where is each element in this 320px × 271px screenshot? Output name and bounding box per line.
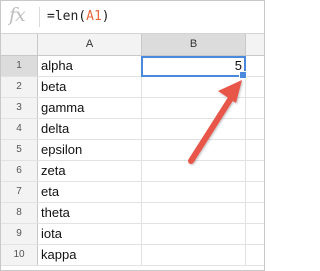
column-header-b[interactable]: B xyxy=(142,34,246,55)
cell-a7[interactable]: eta xyxy=(38,182,142,202)
column-header-a[interactable]: A xyxy=(38,34,142,55)
cell-c2[interactable] xyxy=(246,77,264,97)
formula-suffix: ) xyxy=(101,9,110,24)
row-header[interactable]: 7 xyxy=(1,182,38,202)
table-row: 5 epsilon xyxy=(1,140,264,161)
select-all-corner[interactable] xyxy=(1,34,38,55)
cell-b3[interactable] xyxy=(142,98,246,118)
row-header[interactable]: 8 xyxy=(1,203,38,223)
cell-c8[interactable] xyxy=(246,203,264,223)
cell-c7[interactable] xyxy=(246,182,264,202)
table-row: 3 gamma xyxy=(1,98,264,119)
formula-input[interactable]: =len(A1) xyxy=(47,9,110,24)
row-header[interactable]: 4 xyxy=(1,119,38,139)
cell-a10[interactable]: kappa xyxy=(38,245,142,265)
row-header[interactable]: 9 xyxy=(1,224,38,244)
cell-a3[interactable]: gamma xyxy=(38,98,142,118)
cell-b5[interactable] xyxy=(142,140,246,160)
table-row: 7 eta xyxy=(1,182,264,203)
cell-b8[interactable] xyxy=(142,203,246,223)
cell-c4[interactable] xyxy=(246,119,264,139)
cell-c1[interactable] xyxy=(246,56,264,76)
cell-b4[interactable] xyxy=(142,119,246,139)
row-header[interactable]: 6 xyxy=(1,161,38,181)
table-row: 10 kappa xyxy=(1,245,264,266)
table-row: 4 delta xyxy=(1,119,264,140)
cell-a5[interactable]: epsilon xyxy=(38,140,142,160)
table-row: 1 alpha 5 xyxy=(1,56,264,77)
column-header-row: A B xyxy=(1,34,264,56)
cell-b6[interactable] xyxy=(142,161,246,181)
cell-a1[interactable]: alpha xyxy=(38,56,142,76)
cell-c5[interactable] xyxy=(246,140,264,160)
spreadsheet-window: fx =len(A1) A B 1 alpha 5 2 beta 3 gamma xyxy=(0,0,265,271)
cell-c10[interactable] xyxy=(246,245,264,265)
cell-b9[interactable] xyxy=(142,224,246,244)
cell-a2[interactable]: beta xyxy=(38,77,142,97)
cell-c3[interactable] xyxy=(246,98,264,118)
formula-bar: fx =len(A1) xyxy=(1,1,264,34)
table-row: 8 theta xyxy=(1,203,264,224)
formula-prefix: =len( xyxy=(47,9,87,24)
row-header[interactable]: 2 xyxy=(1,77,38,97)
cell-c9[interactable] xyxy=(246,224,264,244)
formula-bar-divider xyxy=(39,7,40,27)
cell-b7[interactable] xyxy=(142,182,246,202)
formula-cell-reference: A1 xyxy=(86,9,102,24)
column-header-next[interactable] xyxy=(246,34,264,55)
cell-b1[interactable]: 5 xyxy=(142,56,246,76)
cell-a9[interactable]: iota xyxy=(38,224,142,244)
cell-a6[interactable]: zeta xyxy=(38,161,142,181)
row-header[interactable]: 10 xyxy=(1,245,38,265)
row-header[interactable]: 3 xyxy=(1,98,38,118)
table-row: 9 iota xyxy=(1,224,264,245)
cell-b10[interactable] xyxy=(142,245,246,265)
cell-b2[interactable] xyxy=(142,77,246,97)
row-header[interactable]: 5 xyxy=(1,140,38,160)
row-header[interactable]: 1 xyxy=(1,56,38,76)
fill-handle[interactable] xyxy=(239,71,247,79)
cell-a4[interactable]: delta xyxy=(38,119,142,139)
table-row: 2 beta xyxy=(1,77,264,98)
fx-icon: fx xyxy=(9,4,26,26)
table-row: 6 zeta xyxy=(1,161,264,182)
cell-a8[interactable]: theta xyxy=(38,203,142,223)
cell-c6[interactable] xyxy=(246,161,264,181)
